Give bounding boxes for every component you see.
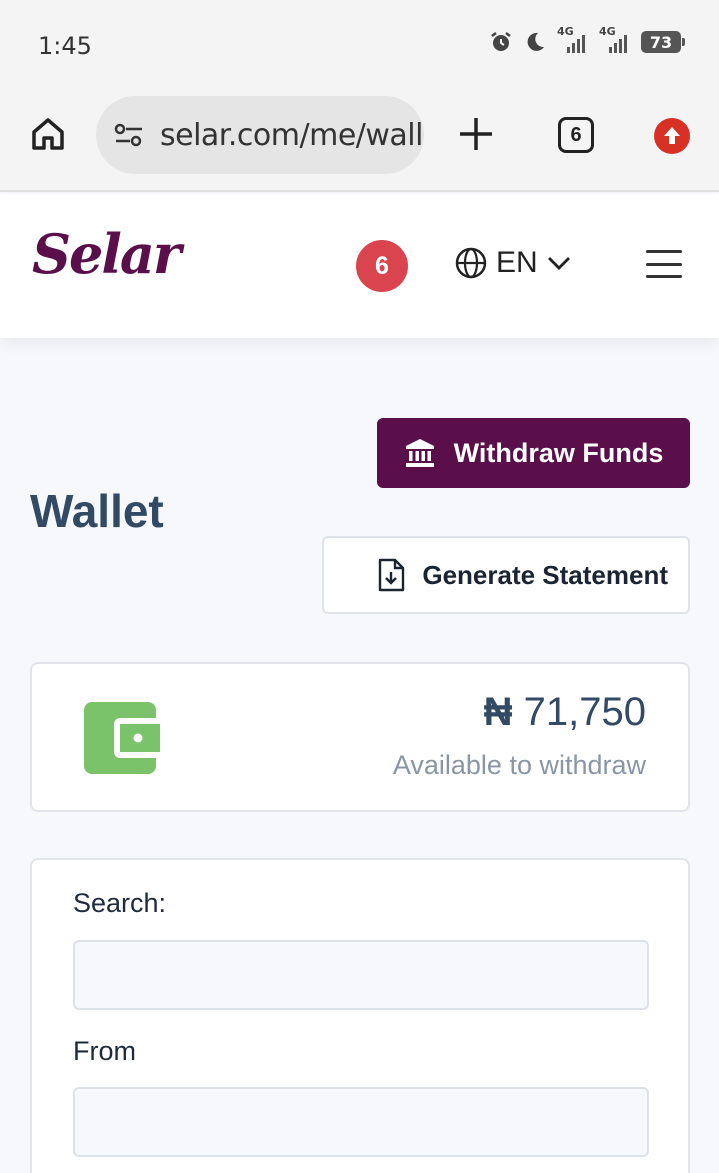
language-selector[interactable]: EN [454,246,572,280]
signal-icon: 4G [599,25,631,53]
do-not-disturb-moon-icon [527,32,544,51]
update-icon[interactable] [654,118,690,154]
generate-statement-label: Generate Statement [422,559,668,590]
filter-card: Search: From [30,858,690,1173]
address-bar[interactable]: selar.com/me/wallet [96,96,424,174]
status-icons: 4G 4G 73 [489,25,685,54]
status-bar: 1:45 4G 4G 73 [0,0,719,92]
browser-toolbar: selar.com/me/wallet 6 [0,92,719,192]
new-tab-icon[interactable] [456,114,496,154]
withdraw-funds-label: Withdraw Funds [453,437,664,468]
arrow-up-icon [664,127,680,144]
from-label: From [73,1036,136,1066]
page-title: Wallet [30,485,164,537]
search-input[interactable] [73,940,649,1010]
globe-icon [455,247,487,279]
withdraw-funds-button[interactable]: Withdraw Funds [377,418,690,488]
site-settings-icon[interactable] [112,118,146,152]
search-label: Search: [73,888,167,918]
generate-statement-button[interactable]: Generate Statement [322,536,690,614]
selar-logo[interactable]: Selar [32,222,181,286]
file-download-icon [379,558,405,592]
bank-icon [405,439,434,467]
from-date-input[interactable] [73,1087,649,1157]
balance-card: ₦ 71,750 Available to withdraw [30,662,690,812]
notification-badge[interactable]: 6 [356,240,408,292]
wallet-icon [84,702,160,774]
language-label: EN [496,246,538,279]
currency-symbol: ₦ [483,690,513,734]
chevron-down-icon [547,257,570,270]
balance-amount: ₦ 71,750 [484,690,646,735]
url-text: selar.com/me/wallet [160,117,424,153]
amount-value: 71,750 [523,690,646,734]
home-icon[interactable] [28,114,68,154]
signal-icon: 4G [557,25,589,53]
status-time: 1:45 [38,32,92,60]
site-header: Selar 6 EN [0,194,719,338]
balance-caption: Available to withdraw [392,750,646,780]
tab-switcher-button[interactable]: 6 [558,117,594,153]
alarm-icon [491,32,511,51]
battery-icon: 73 [641,31,685,53]
hamburger-menu-icon[interactable] [646,250,682,278]
